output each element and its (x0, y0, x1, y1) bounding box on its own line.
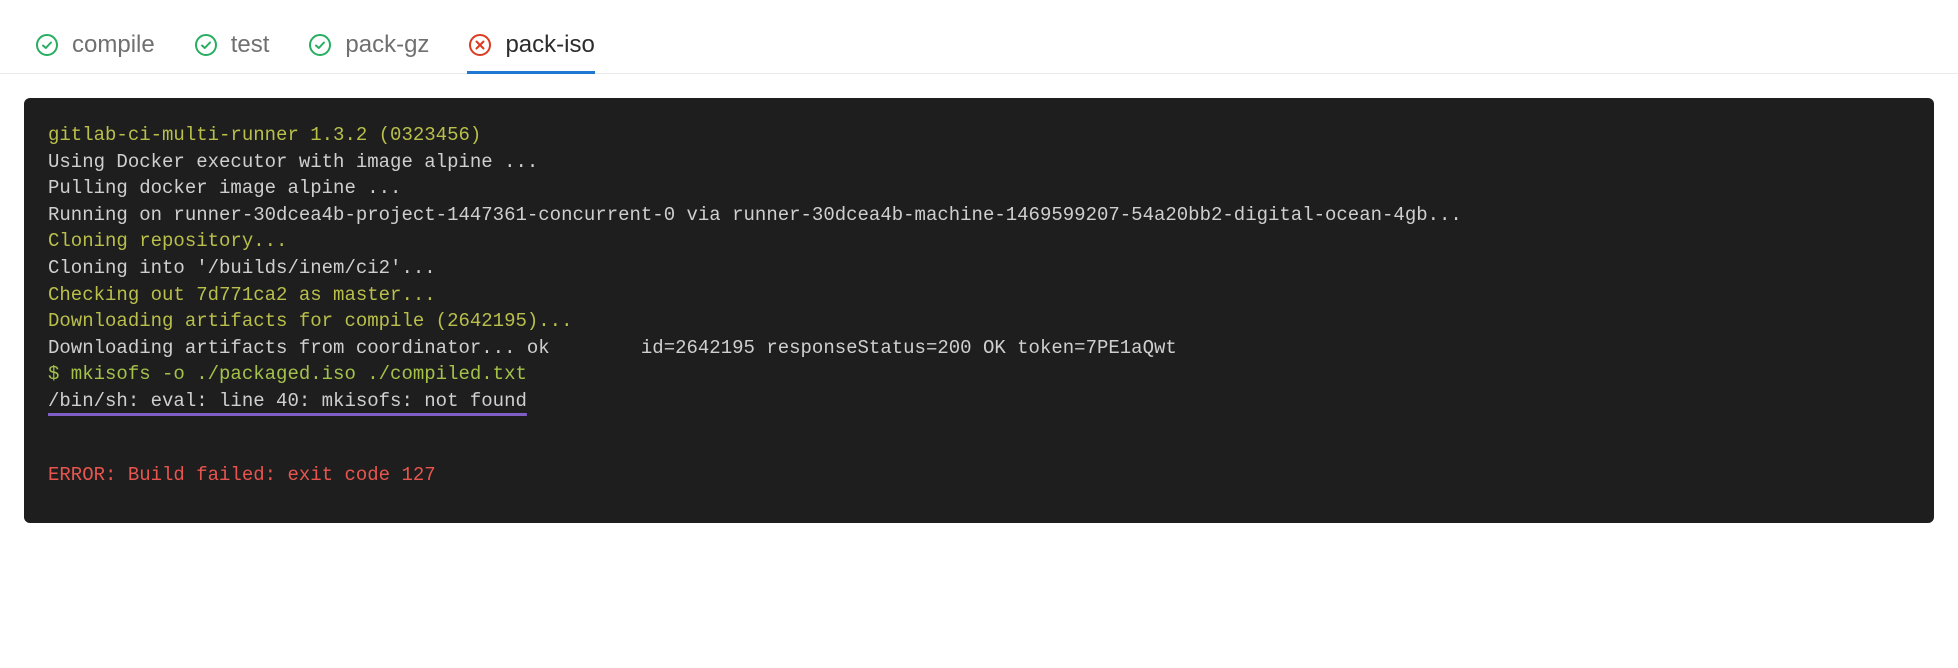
log-line-error-cause: /bin/sh: eval: line 40: mkisofs: not fou… (48, 390, 527, 412)
tab-pack-iso[interactable]: pack-iso (467, 0, 594, 74)
log-line: Pulling docker image alpine ... (48, 177, 401, 199)
log-line: Running on runner-30dcea4b-project-14473… (48, 204, 1462, 226)
log-line: Using Docker executor with image alpine … (48, 151, 538, 173)
failed-icon (467, 32, 493, 58)
passed-icon (193, 32, 219, 58)
tab-pack-gz-label: pack-gz (345, 31, 429, 59)
tab-pack-gz[interactable]: pack-gz (307, 0, 429, 74)
log-line: Checking out 7d771ca2 as master... (48, 284, 436, 306)
log-line: $ mkisofs -o ./packaged.iso ./compiled.t… (48, 363, 527, 385)
passed-icon (34, 32, 60, 58)
ci-job-tabs: compile test pack-gz (0, 0, 1958, 74)
log-line-error: ERROR: Build failed: exit code 127 (48, 464, 436, 486)
passed-icon (307, 32, 333, 58)
tab-test-label: test (231, 31, 270, 59)
log-line: Downloading artifacts for compile (26421… (48, 310, 573, 332)
log-line: Cloning repository... (48, 230, 287, 252)
log-blank-line (48, 415, 1910, 436)
log-line: gitlab-ci-multi-runner 1.3.2 (0323456) (48, 124, 481, 146)
log-line: Downloading artifacts from coordinator..… (48, 337, 1177, 359)
tab-test[interactable]: test (193, 0, 270, 74)
tab-compile-label: compile (72, 31, 155, 59)
log-line: Cloning into '/builds/inem/ci2'... (48, 257, 436, 279)
tab-compile[interactable]: compile (34, 0, 155, 74)
tab-pack-iso-label: pack-iso (505, 31, 594, 59)
job-log[interactable]: gitlab-ci-multi-runner 1.3.2 (0323456) U… (24, 98, 1934, 523)
